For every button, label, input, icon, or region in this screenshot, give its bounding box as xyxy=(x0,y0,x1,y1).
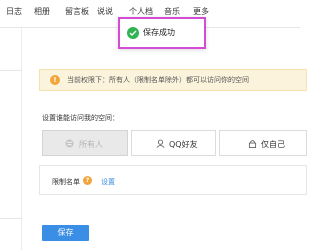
check-circle-icon xyxy=(127,27,139,39)
restriction-list-label: 限制名单 xyxy=(52,178,80,186)
nav-item-music[interactable]: 音乐 xyxy=(164,6,180,17)
success-toast: 保存成功 xyxy=(118,17,206,49)
restriction-settings-link[interactable]: 设置 xyxy=(101,177,115,187)
access-setting-label: 设置谁能访问我的空间： xyxy=(42,114,119,122)
option-qq-friends-label: QQ好友 xyxy=(169,140,198,149)
nav-item-message-board[interactable]: 留言板 xyxy=(65,6,89,17)
notice-text: 当前权限下：所有人（限制名单除外）都可以访问你的空间 xyxy=(67,76,249,84)
permission-notice: ! 当前权限下：所有人（限制名单除外）都可以访问你的空间 xyxy=(39,69,307,91)
nav-item-diary[interactable]: 日志 xyxy=(6,6,22,17)
option-only-me[interactable]: 仅自己 xyxy=(219,130,307,156)
nav-item-talk[interactable]: 说说 xyxy=(97,6,113,17)
sidebar-divider xyxy=(0,218,22,219)
left-sidebar xyxy=(0,28,22,250)
globe-icon xyxy=(65,139,74,148)
option-everyone[interactable]: 所有人 xyxy=(42,130,128,156)
lock-icon xyxy=(248,140,257,148)
nav-item-more[interactable]: 更多 xyxy=(193,6,209,17)
nav-item-album[interactable]: 相册 xyxy=(34,6,50,17)
option-everyone-label: 所有人 xyxy=(79,140,103,149)
option-only-me-label: 仅自己 xyxy=(261,140,285,149)
restriction-list-row: 限制名单 ? 设置 xyxy=(39,165,307,195)
sidebar-divider xyxy=(0,70,22,71)
info-icon: ! xyxy=(50,75,60,85)
option-qq-friends[interactable]: QQ好友 xyxy=(131,130,216,156)
save-button[interactable]: 保存 xyxy=(42,225,89,241)
nav-item-profile[interactable]: 个人档 xyxy=(129,6,153,17)
toast-message: 保存成功 xyxy=(143,28,175,37)
friends-icon xyxy=(156,139,165,148)
help-icon[interactable]: ? xyxy=(83,176,92,185)
